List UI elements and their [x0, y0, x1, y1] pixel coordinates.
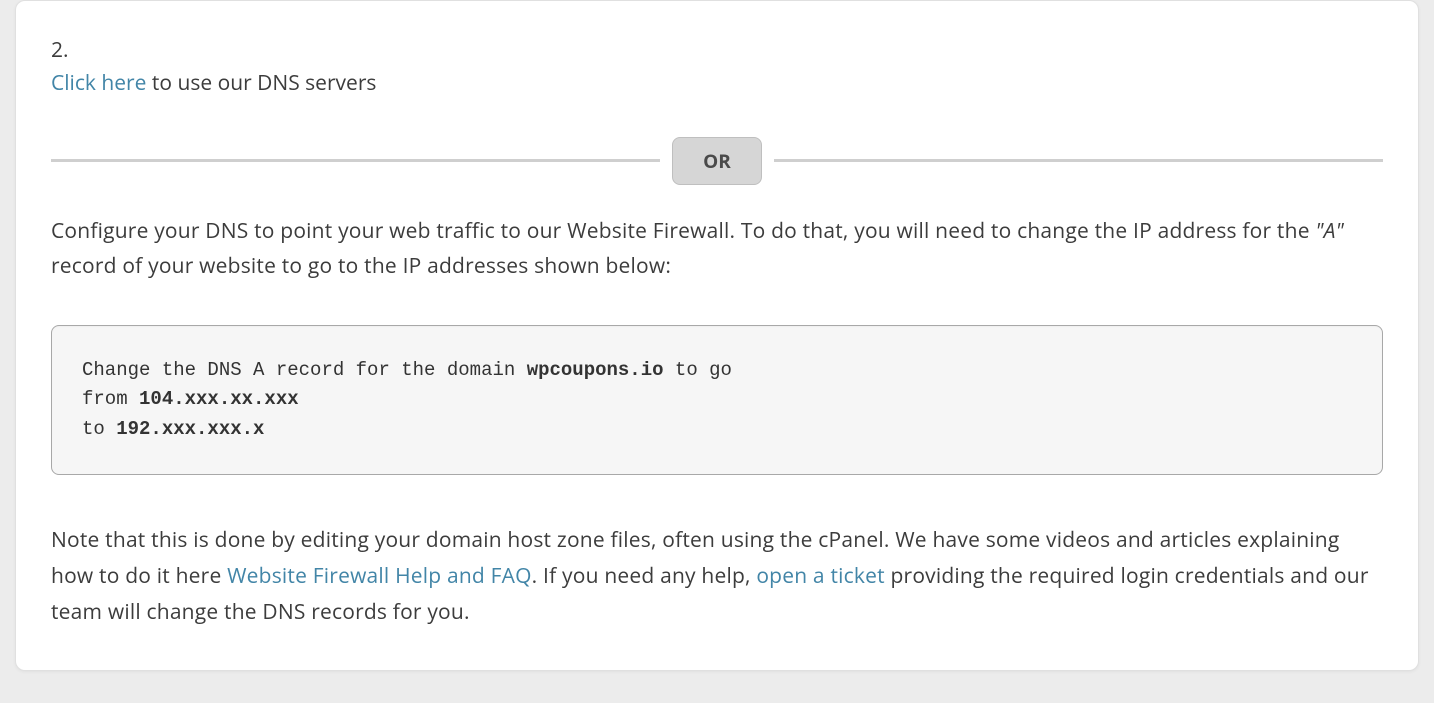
- instruction-card: 2. Click here to use our DNS servers OR …: [15, 0, 1419, 671]
- note-part2: . If you need any help,: [532, 562, 757, 590]
- code-line2-pre: from: [82, 388, 139, 410]
- code-from-ip: 104.xxx.xx.xxx: [139, 388, 299, 410]
- code-line3-pre: to: [82, 418, 116, 440]
- code-line-3: to 192.xxx.xxx.x: [82, 415, 1352, 444]
- open-ticket-link[interactable]: open a ticket: [756, 562, 885, 590]
- step-rest-text: to use our DNS servers: [146, 69, 376, 97]
- click-here-link[interactable]: Click here: [51, 69, 146, 97]
- code-line-2: from 104.xxx.xx.xxx: [82, 385, 1352, 414]
- code-line1-post: to go: [664, 359, 732, 381]
- configure-part2: record of your website to go to the IP a…: [51, 252, 671, 280]
- or-divider: OR: [51, 138, 1383, 184]
- divider-badge: OR: [672, 137, 762, 185]
- dns-codebox: Change the DNS A record for the domain w…: [51, 325, 1383, 475]
- configure-description: Configure your DNS to point your web tra…: [51, 214, 1383, 285]
- a-record-italic: "A": [1315, 217, 1343, 245]
- step-line: Click here to use our DNS servers: [51, 68, 1383, 100]
- step-number: 2.: [51, 36, 1383, 64]
- divider-line-left: [51, 159, 660, 162]
- code-domain: wpcoupons.io: [527, 359, 664, 381]
- note-paragraph: Note that this is done by editing your d…: [51, 523, 1383, 630]
- code-to-ip: 192.xxx.xxx.x: [116, 418, 264, 440]
- divider-line-right: [774, 159, 1383, 162]
- faq-link[interactable]: Website Firewall Help and FAQ: [227, 562, 532, 590]
- configure-part1: Configure your DNS to point your web tra…: [51, 217, 1315, 245]
- code-line-1: Change the DNS A record for the domain w…: [82, 356, 1352, 385]
- code-line1-pre: Change the DNS A record for the domain: [82, 359, 527, 381]
